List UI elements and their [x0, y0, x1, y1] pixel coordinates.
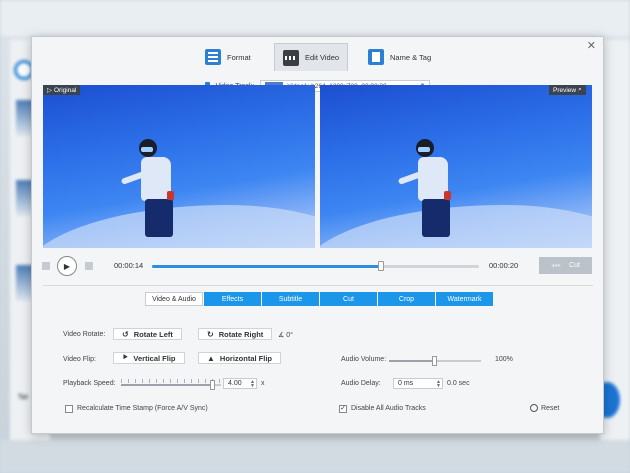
cut-button-label: Cut — [569, 262, 580, 269]
search-icon: ⌕ — [578, 86, 582, 93]
reset-icon — [530, 404, 538, 412]
vertical-flip-button[interactable]: ⯈ Vertical Flip — [113, 352, 185, 364]
slider-ticks — [121, 379, 221, 383]
format-icon — [205, 49, 221, 65]
tab-edit-video[interactable]: Edit Video — [274, 43, 349, 71]
spinner-icon[interactable]: ▲ ▼ — [250, 380, 255, 389]
speed-slider-handle[interactable] — [210, 380, 215, 390]
background-toolbar — [0, 0, 630, 36]
vertical-flip-icon: ⯈ — [122, 353, 129, 362]
preview-label-text: Preview — [553, 86, 577, 94]
horizontal-flip-icon: ▲ — [207, 353, 215, 363]
skier-figure — [397, 139, 468, 248]
total-time: 00:00:20 — [489, 261, 519, 270]
audio-volume-slider[interactable] — [389, 356, 481, 366]
tab-label: Name & Tag — [390, 52, 432, 62]
tab-video-audio[interactable]: Video & Audio — [145, 292, 203, 306]
tab-crop[interactable]: Crop — [377, 292, 435, 306]
background-label: Tar — [18, 394, 29, 401]
disable-audio-label: Disable All Audio Tracks — [351, 405, 426, 412]
play-icon: ▶ — [63, 261, 71, 271]
rotate-degree-value: 0° — [286, 332, 293, 339]
tab-cut[interactable]: Cut — [319, 292, 377, 306]
playback-speed-label: Playback Speed: — [63, 380, 116, 387]
edit-video-icon — [283, 49, 299, 66]
tab-subtitle[interactable]: Subtitle — [261, 292, 319, 306]
audio-delay-value: 0 ms — [398, 380, 414, 387]
rotate-left-label: Rotate Left — [133, 329, 173, 339]
horizontal-flip-label: Horizontal Flip — [219, 353, 273, 363]
tab-format[interactable]: Format — [197, 43, 259, 71]
play-button[interactable]: ▶ — [57, 256, 77, 276]
disable-audio-checkbox[interactable]: ✓ — [339, 405, 347, 413]
tab-name-tag[interactable]: Name & Tag — [360, 43, 439, 71]
video-flip-label: Video Flip: — [63, 356, 96, 363]
audio-delay-label: Audio Delay: — [341, 380, 381, 387]
original-label-text: Original — [54, 86, 77, 94]
preview-label: Preview ⌕ — [549, 85, 586, 95]
recalculate-timestamp-checkbox[interactable] — [65, 405, 73, 413]
volume-slider-handle[interactable] — [432, 356, 437, 366]
name-tag-icon — [368, 49, 384, 65]
audio-volume-label: Audio Volume: — [341, 356, 387, 363]
sub-tabs: Video & Audio Effects Subtitle Cut Crop … — [145, 292, 493, 306]
rotate-left-icon: ↺ — [122, 329, 129, 339]
edit-panel: Video & Audio Effects Subtitle Cut Crop … — [43, 285, 593, 425]
skier-figure — [120, 139, 191, 248]
seek-handle[interactable] — [378, 261, 384, 271]
volume-slider-fill — [389, 360, 435, 362]
preview-video-pane — [320, 85, 592, 248]
audio-delay-display: 0.0 sec — [447, 380, 470, 387]
seek-bar-progress — [152, 265, 381, 268]
rotate-right-label: Rotate Right — [218, 329, 264, 339]
horizontal-flip-button[interactable]: ▲ Horizontal Flip — [198, 352, 282, 364]
cut-button[interactable]: +✂ Cut — [539, 257, 592, 274]
rotate-degree: ∡ 0° — [278, 332, 293, 339]
tab-label: Format — [227, 52, 251, 62]
rotate-right-button[interactable]: ↻ Rotate Right — [198, 328, 273, 340]
seek-bar[interactable] — [152, 261, 479, 271]
background-right-panel — [600, 40, 630, 440]
audio-delay-input[interactable]: 0 ms ▲ ▼ — [393, 378, 443, 389]
playback-speed-slider[interactable] — [121, 379, 221, 390]
recalculate-timestamp-label: Recalculate Time Stamp (Force A/V Sync) — [77, 405, 208, 412]
tab-watermark[interactable]: Watermark — [435, 292, 493, 306]
scissors-icon: +✂ — [551, 262, 562, 270]
video-rotate-label: Video Rotate: — [63, 331, 106, 338]
spinner-icon[interactable]: ▲ ▼ — [436, 380, 441, 389]
speed-input[interactable]: 4.00 ▲ ▼ — [223, 378, 257, 389]
tab-label: Edit Video — [305, 53, 340, 62]
edit-video-dialog: ✕ Format Edit Video Name & Tag Video Tra… — [31, 36, 604, 434]
tab-effects[interactable]: Effects — [203, 292, 261, 306]
reset-button[interactable]: Reset — [530, 404, 559, 412]
next-frame-icon[interactable] — [85, 262, 93, 270]
original-video-pane — [43, 85, 315, 248]
speed-value: 4.00 — [228, 380, 242, 387]
play-small-icon: ▷ — [47, 87, 52, 94]
background-bottom-bar — [0, 440, 630, 473]
original-label: ▷ Original — [43, 85, 81, 95]
speed-unit: x — [261, 380, 265, 387]
speed-slider-fill — [121, 384, 213, 386]
audio-volume-value: 100% — [495, 356, 513, 363]
current-time: 00:00:14 — [114, 261, 144, 270]
reset-label: Reset — [541, 404, 560, 412]
top-tabs: Format Edit Video Name & Tag — [32, 43, 603, 71]
prev-frame-icon[interactable] — [42, 262, 50, 270]
rotate-right-icon: ↻ — [207, 329, 214, 339]
vertical-flip-label: Vertical Flip — [133, 353, 176, 363]
rotate-left-button[interactable]: ↺ Rotate Left — [113, 328, 182, 340]
playback-row: ▶ 00:00:14 00:00:20 +✂ Cut — [42, 255, 594, 277]
